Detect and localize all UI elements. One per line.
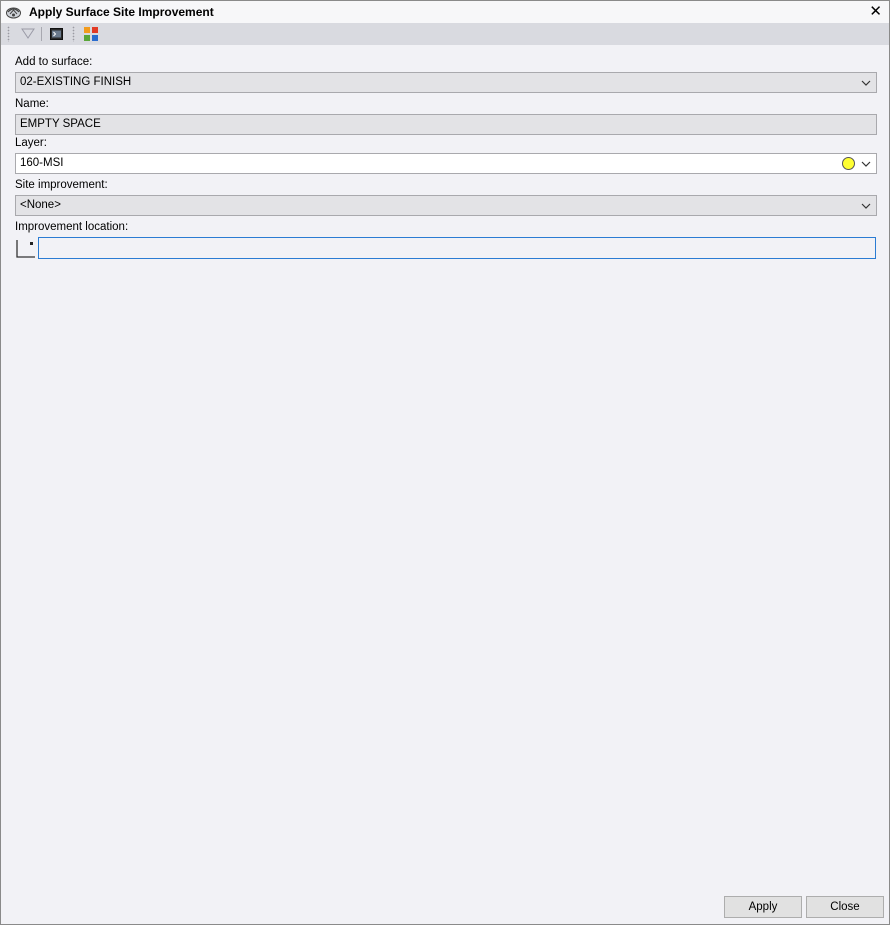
improvement-location-label: Improvement location:	[15, 221, 129, 233]
layer-value: 160-MSI	[20, 157, 64, 169]
close-icon[interactable]: ✕	[869, 3, 882, 21]
site-improvement-dropdown[interactable]: <None>	[15, 195, 877, 216]
name-field[interactable]: EMPTY SPACE	[15, 114, 877, 135]
improvement-location-text[interactable]	[39, 238, 883, 258]
civil-app-icon	[5, 4, 22, 21]
command-prompt-icon[interactable]	[47, 25, 65, 43]
chevron-down-icon	[861, 203, 871, 209]
chevron-down-icon	[861, 161, 871, 167]
dialog-window: Apply Surface Site Improvement ✕ Add to …	[0, 0, 890, 925]
close-button[interactable]: Close	[806, 896, 884, 918]
surface-value: 02-EXISTING FINISH	[20, 76, 132, 88]
filter-icon[interactable]	[19, 25, 37, 43]
site-improvement-label: Site improvement:	[15, 179, 108, 191]
toolbar	[1, 23, 889, 45]
surface-label: Add to surface:	[15, 56, 93, 68]
layer-label: Layer:	[15, 137, 47, 149]
title-bar[interactable]: Apply Surface Site Improvement ✕	[1, 1, 889, 23]
layer-dropdown[interactable]: 160-MSI	[15, 153, 877, 174]
improvement-location-input[interactable]	[38, 237, 883, 259]
toolbar-grip[interactable]	[7, 26, 10, 42]
surface-dropdown[interactable]: 02-EXISTING FINISH	[15, 72, 877, 93]
pick-point-icon[interactable]	[15, 238, 37, 260]
color-palette-icon[interactable]	[82, 25, 100, 43]
layer-color-icon	[842, 157, 855, 170]
window-title: Apply Surface Site Improvement	[29, 5, 214, 19]
chevron-down-icon	[861, 80, 871, 86]
site-improvement-value: <None>	[20, 199, 61, 211]
name-value: EMPTY SPACE	[20, 118, 101, 130]
toolbar-separator	[41, 27, 42, 41]
toolbar-grip[interactable]	[72, 26, 75, 42]
apply-button[interactable]: Apply	[724, 896, 802, 918]
name-label: Name:	[15, 98, 49, 110]
